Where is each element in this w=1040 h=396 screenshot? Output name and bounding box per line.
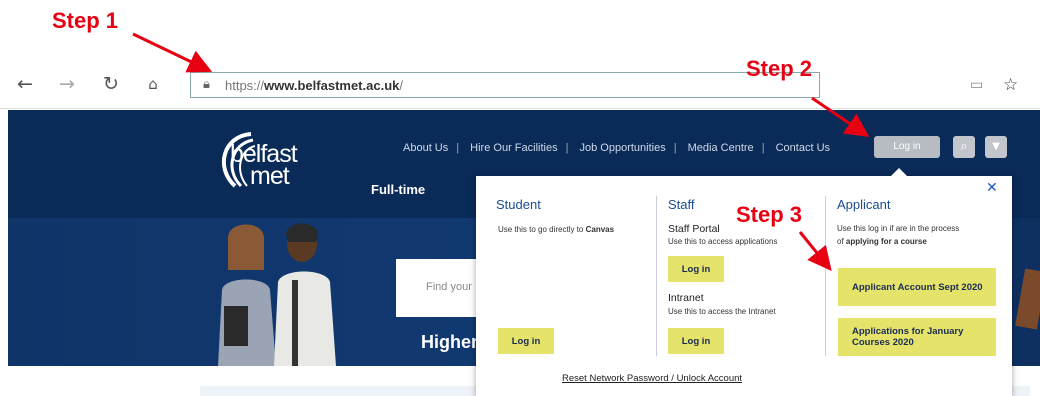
- chevron-down-icon[interactable]: ▼: [985, 136, 1007, 158]
- applicant-heading: Applicant: [837, 197, 891, 212]
- reset-password-link[interactable]: Reset Network Password / Unlock Account: [562, 373, 742, 384]
- applicant-column: Applicant Use this log in if are in the …: [837, 176, 1002, 356]
- applicant-description-line2: of applying for a course: [837, 237, 927, 246]
- top-navigation: About Us | Hire Our Facilities | Job Oppor…: [403, 142, 831, 154]
- intranet-login-button[interactable]: Log in: [668, 328, 724, 354]
- login-button[interactable]: Log in: [874, 136, 940, 158]
- staff-portal-heading: Staff Portal: [668, 223, 720, 235]
- nav-full-time[interactable]: Full-time: [371, 182, 425, 197]
- applications-january-button[interactable]: Applications for January Courses 2020: [838, 318, 996, 356]
- back-arrow-icon[interactable]: ←: [12, 70, 38, 98]
- student-column: Student Use this to go directly to Canva…: [496, 176, 646, 354]
- search-input[interactable]: Find your: [426, 281, 472, 293]
- step3-label: Step 3: [736, 202, 803, 227]
- search-icon[interactable]: ⌕: [953, 136, 975, 158]
- column-divider: [656, 196, 657, 356]
- nav-about-us[interactable]: About Us: [403, 142, 448, 154]
- browser-toolbar: ← → ↻ ⌂ 🔒︎ https://www.belfastmet.ac.uk/…: [0, 62, 1040, 109]
- star-icon[interactable]: ☆: [1003, 75, 1018, 95]
- course-search-box[interactable]: Find your: [396, 259, 486, 317]
- nav-hire-facilities[interactable]: Hire Our Facilities: [470, 142, 557, 154]
- applicant-account-sept-button[interactable]: Applicant Account Sept 2020: [838, 268, 996, 306]
- nav-contact-us[interactable]: Contact Us: [776, 142, 830, 154]
- reading-view-icon[interactable]: ▭: [970, 77, 983, 93]
- refresh-icon[interactable]: ↻: [98, 70, 124, 98]
- logo-text-met: met: [250, 162, 290, 190]
- step1-label: Step 1: [52, 8, 119, 33]
- student-heading: Student: [496, 197, 541, 212]
- nav-media-centre[interactable]: Media Centre: [688, 142, 754, 154]
- hero-heading: Higher: [421, 332, 479, 352]
- student-description: Use this to go directly to Canvas: [498, 225, 615, 234]
- intranet-description: Use this to access the Intranet: [668, 307, 776, 316]
- intranet-heading: Intranet: [668, 292, 704, 304]
- step2-label: Step 2: [746, 56, 813, 81]
- lock-icon: 🔒︎: [203, 77, 210, 92]
- url-text: https://www.belfastmet.ac.uk/: [225, 78, 403, 93]
- staff-portal-description: Use this to access applications: [668, 237, 778, 246]
- nav-job-opportunities[interactable]: Job Opportunities: [580, 142, 666, 154]
- applicant-description-line1: Use this log in if are in the process: [837, 224, 960, 233]
- column-divider: [825, 196, 826, 356]
- home-icon[interactable]: ⌂: [140, 70, 166, 98]
- student-login-button[interactable]: Log in: [498, 328, 554, 354]
- hero-students-image: [218, 223, 336, 366]
- address-bar[interactable]: 🔒︎ https://www.belfastmet.ac.uk/: [190, 72, 820, 98]
- staff-heading: Staff: [668, 197, 695, 212]
- forward-arrow-icon[interactable]: →: [54, 70, 80, 98]
- staff-portal-login-button[interactable]: Log in: [668, 256, 724, 282]
